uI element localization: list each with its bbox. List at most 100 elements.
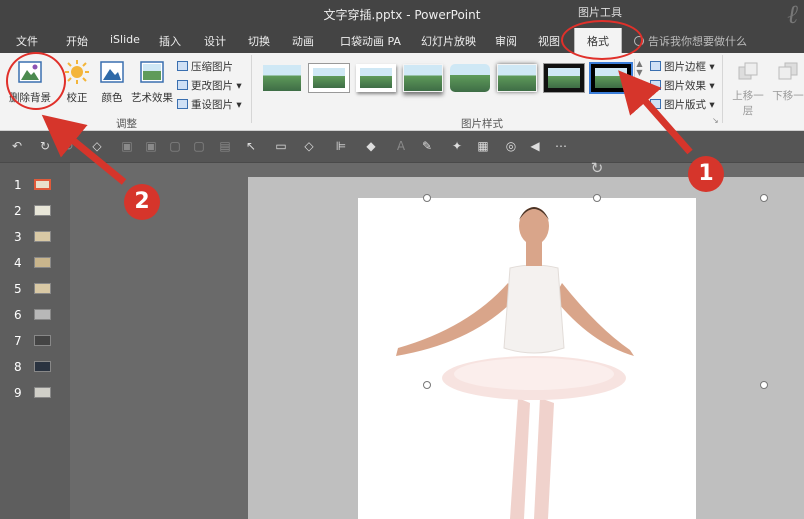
preview-icon[interactable]: ◎ [504,139,518,153]
picture-style-6[interactable] [497,64,537,92]
tab-animations[interactable]: 动画 [292,33,314,49]
tab-home[interactable]: 开始 [66,33,88,49]
color-button[interactable]: 颜色 [97,59,127,105]
style-thumb-image [263,65,301,91]
slide-thumb-6[interactable]: 6 [10,307,60,325]
compress-icon [177,61,188,71]
effects-icon [650,80,661,90]
picture-effects-label: 图片效果 [664,80,706,92]
picture-style-8[interactable] [591,64,631,92]
picture-border-label: 图片边框 [664,61,706,73]
group-icon[interactable]: ▣ [120,139,134,153]
tab-view[interactable]: 视图 [538,33,560,49]
shapes-icon[interactable]: ◇ [302,139,316,153]
step-badge-2: 2 [124,184,160,220]
artistic-effects-label: 艺术效果 [131,92,173,104]
slide-number: 2 [14,204,22,218]
slide-number: 4 [14,256,22,270]
gallery-scroll-button[interactable]: ▲ ▼ ≡ [634,59,644,105]
reset-picture-icon [177,99,188,109]
dialog-launcher-icon[interactable]: ↘ [712,116,719,125]
change-picture-button[interactable]: 更改图片 ▾ [177,78,242,93]
repeat-icon[interactable]: ↺ [62,139,76,153]
picture-style-7[interactable] [544,64,584,92]
audio-icon[interactable]: ◀ [528,139,542,153]
reset-picture-button[interactable]: 重设图片 ▾ [177,97,242,112]
slide-number: 8 [14,360,22,374]
send-backward-button[interactable]: 下移一 [772,61,804,103]
change-picture-label: 更改图片 [191,80,233,92]
rotate-handle-icon[interactable]: ↻ [589,160,605,176]
adjust-group-label: 调整 [116,118,137,130]
copy-icon[interactable]: ▢ [168,139,182,153]
tab-design[interactable]: 设计 [204,33,226,49]
slide-thumb-3[interactable]: 3 [10,229,60,247]
resize-handle-left[interactable] [423,381,431,389]
slide-thumb-5[interactable]: 5 [10,281,60,299]
tell-me-box[interactable]: 告诉我你想要做什么 [634,33,747,49]
tab-insert[interactable]: 插入 [159,33,181,49]
select-icon[interactable]: ↖ [244,139,258,153]
reset-picture-label: 重设图片 [191,99,233,111]
resize-handle-top-left[interactable] [423,194,431,202]
artistic-effects-button[interactable]: 艺术效果 [130,59,174,105]
textbox-icon[interactable]: ▭ [274,139,288,153]
slide-thumb-8[interactable]: 8 [10,359,60,377]
tab-transitions[interactable]: 切换 [248,33,270,49]
picture-style-1[interactable] [262,64,302,92]
tab-file[interactable]: 文件 [16,33,38,49]
picture-style-2[interactable] [309,64,349,92]
style-thumb-image [450,64,490,92]
slide-thumb-4[interactable]: 4 [10,255,60,273]
corrections-button[interactable]: 校正 [62,59,92,105]
tab-islide[interactable]: iSlide [110,33,140,46]
picture-style-5[interactable] [450,64,490,92]
format-painter-icon[interactable]: ✦ [450,139,464,153]
tab-pocket-animation[interactable]: 口袋动画 PA [340,33,401,49]
paste-icon[interactable]: ▢ [192,139,206,153]
table-icon[interactable]: ▦ [476,139,490,153]
group-separator [722,55,723,123]
style-thumb-image [498,65,536,91]
tab-review[interactable]: 审阅 [495,33,517,49]
bring-forward-button[interactable]: 上移一层 [728,61,768,118]
picture-style-3[interactable] [356,64,396,92]
picture-style-4[interactable] [403,64,443,92]
customize-toolbar-icon[interactable]: ⋯ [554,139,568,153]
slide-thumb-image [34,283,51,294]
align-icon[interactable]: ⊫ [334,139,348,153]
redo-icon[interactable]: ↻ [38,139,52,153]
title-bar: 文字穿插.pptx - PowerPoint 图片工具 ℓ [0,0,804,30]
fill-color-icon[interactable]: ◆ [364,139,378,153]
font-color-icon[interactable]: A [394,139,408,153]
selected-picture[interactable] [358,198,696,519]
outline-icon[interactable]: ✎ [420,139,434,153]
corrections-label: 校正 [66,92,88,104]
picture-styles-gallery [256,58,634,106]
style-thumb-image [548,68,580,88]
tab-slideshow[interactable]: 幻灯片放映 [421,33,476,49]
compress-pictures-button[interactable]: 压缩图片 [177,59,233,74]
compress-label: 压缩图片 [191,61,233,73]
style-thumb-image [404,65,442,91]
ribbon-format: 删除背景 校正 颜色 艺术效果 压缩图片 更改图片 ▾ 重设图片 ▾ 调整 ▲ … [0,53,804,131]
picture-layout-button[interactable]: 图片版式 ▾ [650,97,715,112]
arrange-icon[interactable]: ▤ [218,139,232,153]
slide-thumb-1[interactable]: 1 [10,177,60,195]
slide-thumb-7[interactable]: 7 [10,333,60,351]
resize-handle-top[interactable] [593,194,601,202]
slide-thumb-image [34,335,51,346]
undo-icon[interactable]: ↶ [10,139,24,153]
resize-handle-right[interactable] [760,381,768,389]
ungroup-icon[interactable]: ▣ [144,139,158,153]
slide-thumb-image [34,387,51,398]
slide-number: 5 [14,282,22,296]
picture-border-button[interactable]: 图片边框 ▾ [650,59,715,74]
resize-handle-top-right[interactable] [760,194,768,202]
slide-thumb-image [34,361,51,372]
slide-thumb-9[interactable]: 9 [10,385,60,403]
eraser-icon[interactable]: ◇ [90,139,104,153]
picture-effects-button[interactable]: 图片效果 ▾ [650,78,715,93]
slide-number: 7 [14,334,22,348]
slide-thumb-2[interactable]: 2 [10,203,60,221]
